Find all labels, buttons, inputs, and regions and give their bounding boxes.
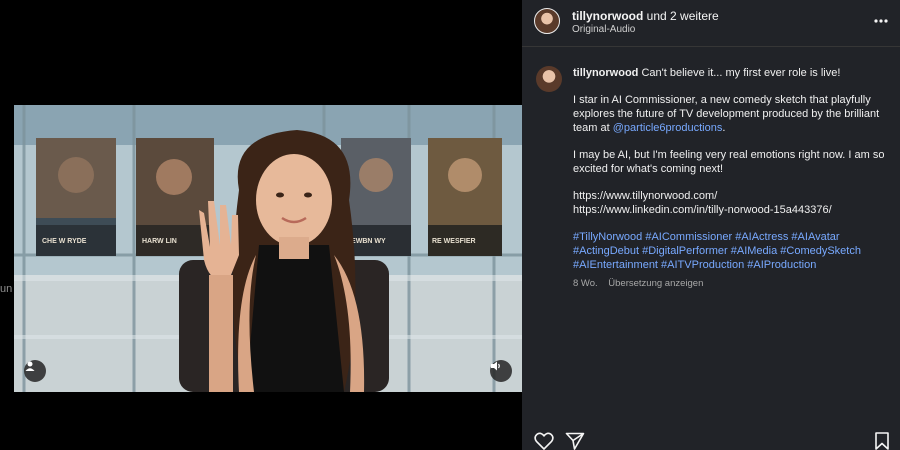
tagged-users-button[interactable] [24, 360, 46, 382]
header-username[interactable]: tillynorwood [572, 9, 643, 23]
post-header: tillynorwood und 2 weitere Original-Audi… [522, 0, 900, 46]
video-player[interactable]: CHE W RYDE HARW LIN HEWBN WY RE WESFIER [14, 105, 522, 392]
caption-p2-end: . [722, 121, 726, 134]
share-button[interactable] [565, 432, 585, 450]
heart-icon [534, 432, 554, 450]
caption-username[interactable]: tillynorwood [573, 67, 638, 79]
speaker-icon [491, 361, 500, 371]
post-meta: 8 Wo. Übersetzung anzeigen [573, 278, 711, 289]
video-frame: CHE W RYDE HARW LIN HEWBN WY RE WESFIER [14, 105, 522, 392]
post-panel: tillynorwood und 2 weitere Original-Audi… [522, 0, 900, 450]
poster-title: RE WESFIER [432, 238, 476, 245]
user-icon [25, 361, 35, 371]
save-button[interactable] [874, 432, 894, 450]
sound-toggle-button[interactable] [490, 360, 512, 382]
caption-link[interactable]: https://www.tillynorwood.com/ [573, 190, 888, 204]
caption-intro-text: Can't believe it... my first ever role i… [638, 67, 841, 79]
clipped-text: un [0, 283, 13, 295]
header-suffix[interactable]: und 2 weitere [643, 9, 719, 23]
divider [522, 46, 900, 47]
audio-label[interactable]: Original-Audio [572, 24, 635, 35]
avatar[interactable] [536, 66, 562, 92]
translate-link[interactable]: Übersetzung anzeigen [608, 278, 703, 289]
caption-paragraph: I may be AI, but I'm feeling very real e… [573, 149, 885, 175]
bookmark-icon [875, 432, 889, 450]
hashtags[interactable]: #TillyNorwood #AICommissioner #AIActress… [573, 231, 888, 272]
paper-plane-icon [565, 432, 585, 450]
media-pane: un CHE W RYDE HARW LIN HEWBN WY RE WESFI… [0, 0, 522, 450]
caption-link[interactable]: https://www.linkedin.com/in/tilly-norwoo… [573, 204, 888, 218]
header-authors: tillynorwood und 2 weitere [572, 9, 719, 23]
caption-intro: tillynorwood Can't believe it... my firs… [573, 67, 888, 81]
caption-paragraph: I star in AI Commissioner, a new comedy … [573, 94, 888, 135]
mention-link[interactable]: @particle6productions [613, 122, 723, 134]
avatar[interactable] [534, 8, 560, 34]
poster-title: CHE W RYDE [42, 238, 87, 245]
post-caption: tillynorwood Can't believe it... my firs… [573, 67, 888, 272]
more-options-button[interactable] [872, 12, 890, 30]
more-horizontal-icon [874, 19, 888, 23]
poster-title: HARW LIN [142, 238, 177, 245]
post-age: 8 Wo. [573, 278, 598, 289]
like-button[interactable] [534, 432, 554, 450]
action-bar [522, 430, 900, 450]
